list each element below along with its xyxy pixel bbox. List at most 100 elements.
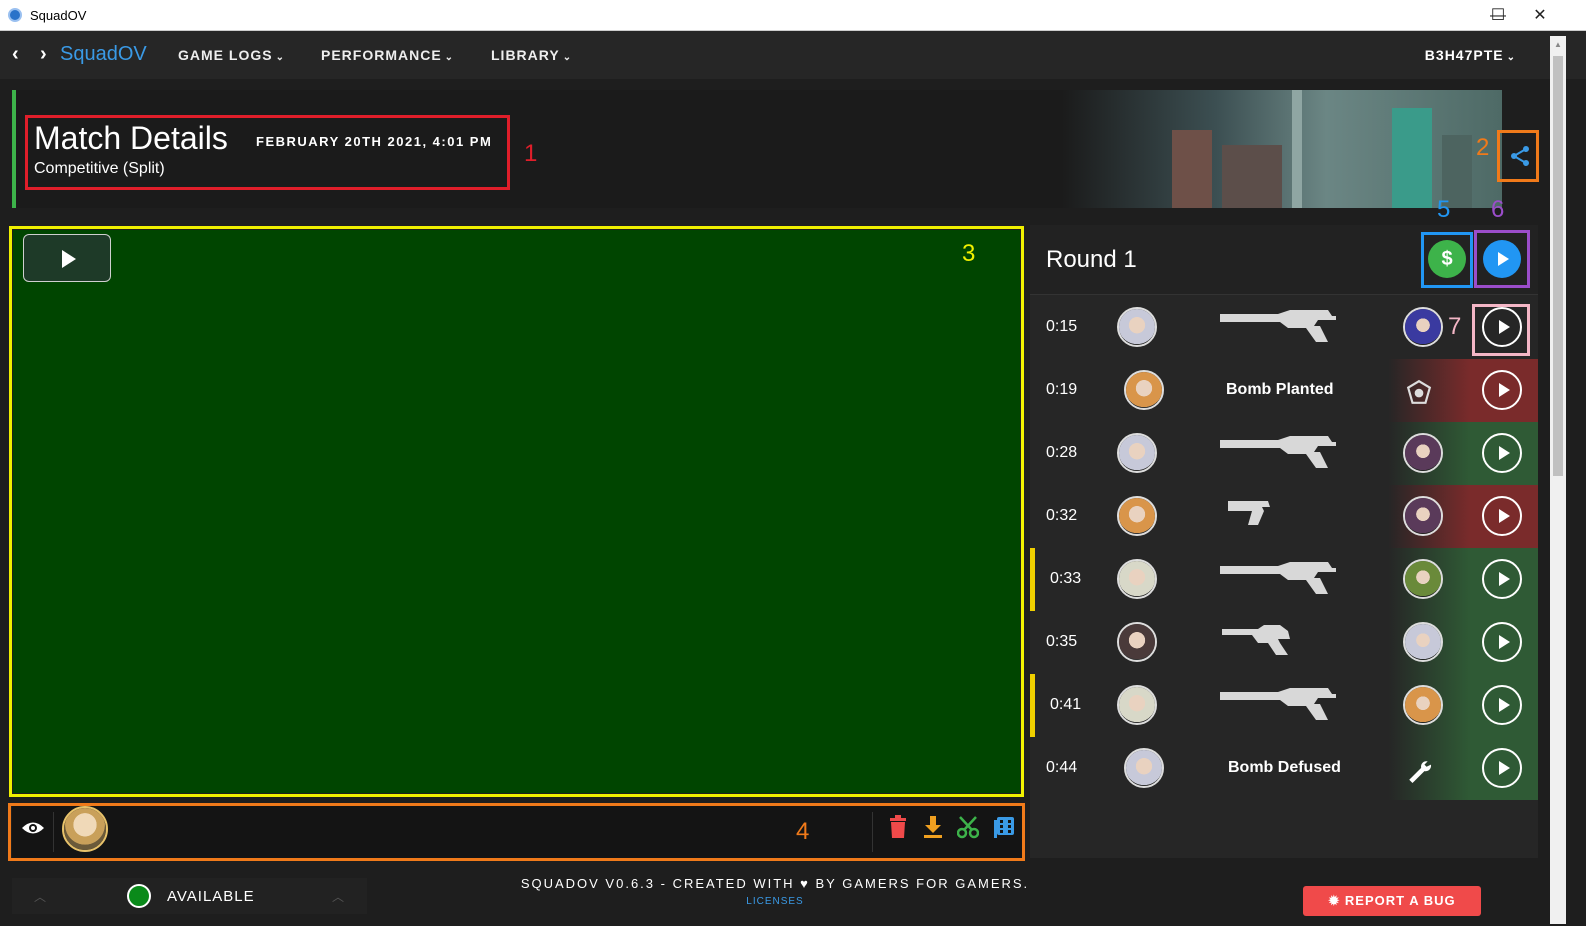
user-menu[interactable]: B3H47PTE ⌄ — [1425, 47, 1516, 63]
divider — [872, 812, 873, 852]
killer-avatar — [1117, 307, 1157, 347]
event-play-button[interactable] — [1482, 370, 1522, 410]
victim-avatar — [1403, 307, 1443, 347]
bug-icon: ✹ — [1328, 893, 1341, 908]
vandal-gun-icon — [1220, 562, 1336, 594]
event-time: 0:19 — [1046, 381, 1078, 398]
victim-avatar — [1403, 685, 1443, 725]
chevron-down-icon: ⌄ — [444, 52, 455, 63]
nav-library-label: LIBRARY — [491, 47, 560, 63]
play-icon — [1499, 320, 1510, 334]
event-play-button[interactable] — [1482, 622, 1522, 662]
share-icon[interactable] — [1508, 144, 1532, 168]
pistol-icon — [1228, 501, 1270, 525]
victim-avatar — [1403, 622, 1443, 662]
annotation-number-4: 4 — [796, 818, 810, 845]
scrollbar-thumb[interactable] — [1553, 56, 1563, 476]
event-play-button[interactable] — [1482, 307, 1522, 347]
play-icon — [1498, 252, 1509, 266]
highlight-bar — [1030, 674, 1035, 737]
event-play-button[interactable] — [1482, 685, 1522, 725]
annotation-number-2: 2 — [1476, 134, 1490, 161]
nav-performance-label: PERFORMANCE — [321, 47, 442, 63]
play-icon — [1499, 383, 1510, 397]
killer-avatar — [1117, 559, 1157, 599]
dollar-icon: $ — [1441, 248, 1453, 270]
play-icon — [1499, 761, 1510, 775]
eye-icon[interactable] — [21, 819, 45, 837]
vandal-gun-icon — [1220, 688, 1336, 720]
vandal-gun-icon — [1220, 436, 1336, 468]
event-label: Bomb Defused — [1228, 759, 1341, 776]
maximize-button[interactable]: ☐ — [1478, 4, 1518, 28]
event-play-button[interactable] — [1482, 559, 1522, 599]
highlight-bar — [1030, 548, 1035, 611]
delete-icon[interactable] — [887, 815, 909, 839]
event-play-button[interactable] — [1482, 433, 1522, 473]
event-time: 0:35 — [1046, 633, 1078, 650]
video-player[interactable] — [13, 230, 1020, 793]
event-time: 0:44 — [1046, 759, 1078, 776]
play-icon — [1499, 635, 1510, 649]
play-round-button[interactable] — [1483, 240, 1521, 278]
forward-button[interactable]: › — [40, 43, 47, 66]
killer-avatar — [1124, 370, 1164, 410]
player-controls — [12, 806, 1022, 858]
play-icon — [1499, 446, 1510, 460]
chevron-down-icon: ⌄ — [275, 52, 285, 63]
event-time: 0:32 — [1046, 507, 1078, 524]
annotation-number-7: 7 — [1448, 313, 1462, 340]
app-icon — [8, 8, 22, 22]
back-button[interactable]: ‹ — [12, 43, 19, 66]
map-banner-image — [1062, 90, 1502, 208]
nav-library[interactable]: LIBRARY ⌄ — [491, 47, 572, 63]
player-avatar[interactable] — [62, 806, 108, 852]
revolver-icon — [1222, 625, 1290, 655]
scroll-up-arrow[interactable]: ▲ — [1554, 40, 1562, 49]
annotation-number-3: 3 — [962, 240, 976, 267]
nav-game-logs-label: GAME LOGS — [178, 47, 273, 63]
killer-avatar — [1117, 433, 1157, 473]
nav-performance[interactable]: PERFORMANCE ⌄ — [321, 47, 454, 63]
video-play-button[interactable] — [23, 234, 111, 282]
close-button[interactable]: ✕ — [1520, 4, 1560, 28]
library-icon[interactable] — [993, 815, 1015, 839]
spike-icon — [1406, 379, 1432, 404]
wrench-icon — [1409, 761, 1432, 783]
round-title: Round 1 — [1046, 246, 1137, 273]
report-bug-label: REPORT A BUG — [1344, 893, 1456, 908]
chevron-down-icon: ⌄ — [1506, 52, 1516, 63]
nav-game-logs[interactable]: GAME LOGS ⌄ — [178, 47, 285, 63]
killer-avatar — [1117, 496, 1157, 536]
play-icon — [1499, 698, 1510, 712]
match-date: FEBRUARY 20TH 2021, 4:01 PM — [256, 134, 493, 149]
play-icon — [1499, 509, 1510, 523]
page-title: Match Details — [34, 120, 228, 156]
event-play-button[interactable] — [1482, 748, 1522, 788]
event-label: Bomb Planted — [1226, 381, 1334, 398]
match-header — [12, 90, 1502, 208]
event-time: 0:33 — [1050, 570, 1082, 587]
page-scrollbar[interactable]: ▲ — [1550, 36, 1566, 924]
killer-avatar — [1124, 748, 1164, 788]
top-navbar: ‹ › SquadOV GAME LOGS ⌄ PERFORMANCE ⌄ LIBR… — [0, 31, 1586, 79]
report-bug-button[interactable]: ✹ REPORT A BUG — [1303, 886, 1481, 916]
scissors-icon[interactable] — [957, 815, 979, 839]
window-titlebar: SquadOV — ☐ ✕ — [0, 0, 1586, 31]
chevron-down-icon: ⌄ — [562, 52, 573, 63]
economy-button[interactable]: $ — [1428, 240, 1466, 278]
event-time: 0:15 — [1046, 318, 1078, 335]
victim-avatar — [1403, 496, 1443, 536]
play-icon — [62, 250, 76, 268]
vandal-gun-icon — [1220, 310, 1336, 342]
match-mode: Competitive (Split) — [34, 160, 165, 177]
killer-avatar — [1117, 685, 1157, 725]
killer-avatar — [1117, 622, 1157, 662]
minimize-button-2[interactable] — [1442, 4, 1482, 28]
victim-avatar — [1403, 433, 1443, 473]
download-icon[interactable] — [922, 815, 944, 839]
brand-logo[interactable]: SquadOV — [60, 43, 147, 66]
divider — [53, 812, 54, 852]
event-time: 0:28 — [1046, 444, 1078, 461]
event-play-button[interactable] — [1482, 496, 1522, 536]
